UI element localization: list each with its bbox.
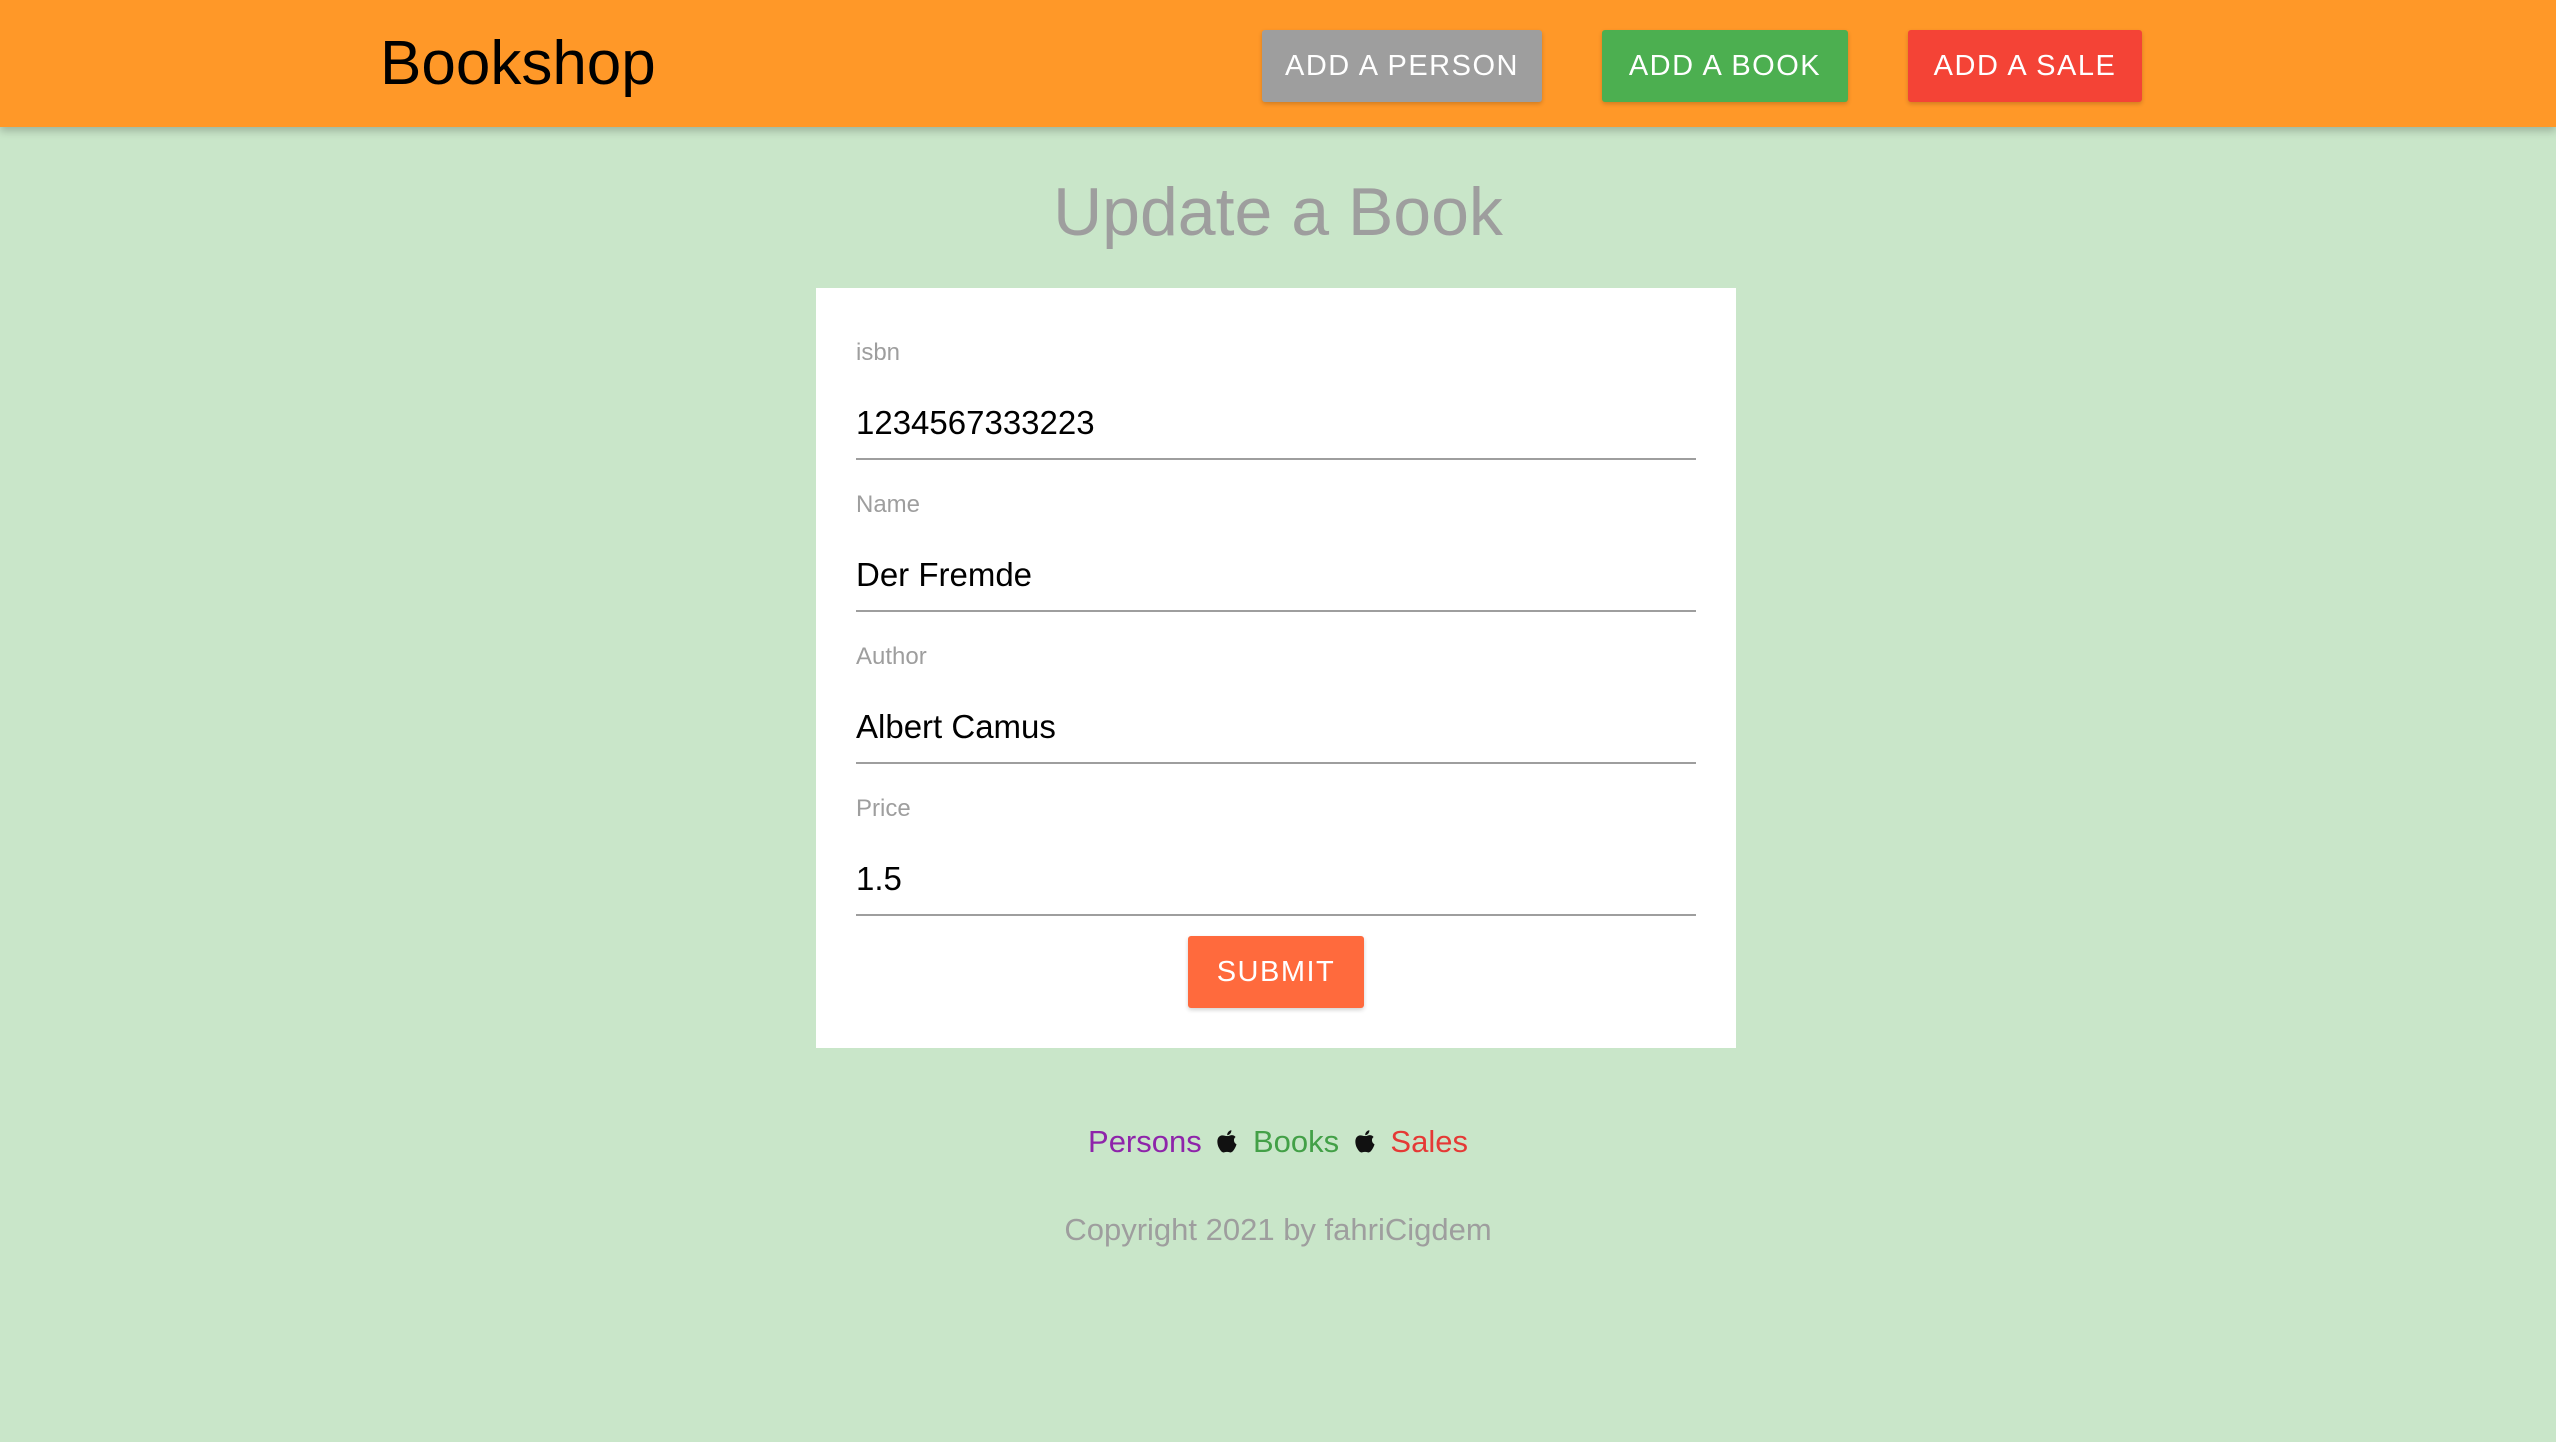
footer-link-sales[interactable]: Sales <box>1390 1124 1468 1159</box>
price-field-group: Price <box>856 794 1696 924</box>
add-person-button[interactable]: ADD A PERSON <box>1262 30 1542 102</box>
copyright-text: Copyright 2021 by fahriCigdem <box>1064 1212 1492 1247</box>
submit-button[interactable]: SUBMIT <box>1188 936 1364 1008</box>
add-book-button[interactable]: ADD A BOOK <box>1602 30 1848 102</box>
footer-link-books[interactable]: Books <box>1253 1124 1339 1159</box>
author-label: Author <box>856 643 927 670</box>
top-navbar: Bookshop ADD A PERSON ADD A BOOK ADD A S… <box>0 0 2556 127</box>
price-input[interactable] <box>856 844 1696 916</box>
price-label: Price <box>856 795 911 822</box>
update-book-form: isbn Name Author Price SUBMIT <box>816 288 1736 1048</box>
name-field-group: Name <box>856 490 1696 620</box>
name-input[interactable] <box>856 540 1696 612</box>
isbn-field-group: isbn <box>856 338 1696 468</box>
page-title: Update a Book <box>1053 174 1503 250</box>
add-sale-button[interactable]: ADD A SALE <box>1908 30 2142 102</box>
author-input[interactable] <box>856 692 1696 764</box>
name-label: Name <box>856 491 921 518</box>
brand-logo[interactable]: Bookshop <box>380 24 656 104</box>
author-field-group: Author <box>856 642 1696 772</box>
footer-link-persons[interactable]: Persons <box>1088 1124 1202 1159</box>
apple-icon <box>1217 1130 1237 1153</box>
isbn-input[interactable] <box>856 388 1696 460</box>
footer-links: Persons Books Sales <box>0 1118 2556 1166</box>
apple-icon <box>1355 1130 1375 1153</box>
isbn-label: isbn <box>856 339 901 366</box>
